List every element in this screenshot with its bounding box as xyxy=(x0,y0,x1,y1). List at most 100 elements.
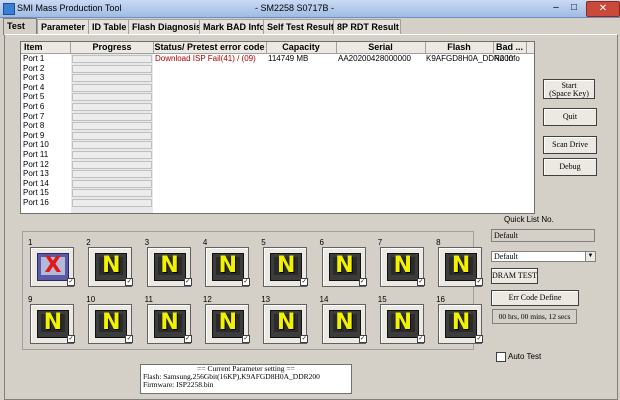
table-row[interactable]: Port 4 xyxy=(21,83,534,93)
progress-bar xyxy=(72,112,152,121)
port-check-icon[interactable]: ✓ xyxy=(358,335,367,343)
chevron-down-icon[interactable]: ▼ xyxy=(585,252,595,261)
table-row[interactable]: Port 2 xyxy=(21,64,534,74)
tab-self-test-result[interactable]: Self Test Result xyxy=(263,19,339,34)
quit-button[interactable]: Quit xyxy=(543,108,597,126)
auto-test-checkbox[interactable] xyxy=(496,352,506,362)
port-button[interactable]: N ✓ xyxy=(438,247,484,287)
maximize-button[interactable]: □ xyxy=(566,1,582,15)
port-button[interactable]: N ✓ xyxy=(146,304,192,344)
port-7[interactable]: 7 N ✓ xyxy=(378,238,425,287)
debug-button[interactable]: Debug xyxy=(543,158,597,176)
table-row[interactable]: Port 10 xyxy=(21,140,534,150)
port-state-letter: N xyxy=(276,253,296,278)
header-bad[interactable]: Bad ... xyxy=(493,42,527,53)
port-9[interactable]: 9 N ✓ xyxy=(28,295,75,344)
minimize-button[interactable]: – xyxy=(548,1,564,15)
port-10[interactable]: 10 N ✓ xyxy=(86,295,134,344)
port-5[interactable]: 5 N ✓ xyxy=(261,238,309,287)
port-button[interactable]: X ✓ xyxy=(30,247,75,287)
port-check-icon[interactable]: ✓ xyxy=(125,335,134,343)
port-14[interactable]: 14 N ✓ xyxy=(320,295,367,344)
port-16[interactable]: 16 N ✓ xyxy=(436,295,484,344)
header-item[interactable]: Item xyxy=(21,42,71,53)
header-status[interactable]: Status/ Pretest error code xyxy=(153,42,267,53)
table-row[interactable]: Port 16 xyxy=(21,198,534,208)
tab-mark-bad-info[interactable]: Mark BAD Info xyxy=(199,19,268,34)
port-number: 8 xyxy=(436,238,441,247)
header-flash[interactable]: Flash xyxy=(425,42,494,53)
tab-8p-rdt-result[interactable]: 8P RDT Result xyxy=(333,19,401,34)
port-check-icon[interactable]: ✓ xyxy=(475,335,484,343)
err-code-define-button[interactable]: Err Code Define xyxy=(491,290,579,306)
table-row[interactable]: Port 8 xyxy=(21,121,534,131)
port-check-icon[interactable]: ✓ xyxy=(416,278,425,286)
table-row[interactable]: Port 14 xyxy=(21,179,534,189)
port-check-icon[interactable]: ✓ xyxy=(416,335,425,343)
port-13[interactable]: 13 N ✓ xyxy=(261,295,309,344)
port-button[interactable]: N ✓ xyxy=(204,304,250,344)
drive-icon: N xyxy=(95,253,128,281)
table-row[interactable]: Port 5 xyxy=(21,92,534,102)
port-button[interactable]: N ✓ xyxy=(88,304,134,344)
port-button[interactable]: N ✓ xyxy=(438,304,484,344)
port-button[interactable]: N ✓ xyxy=(146,247,192,287)
port-8[interactable]: 8 N ✓ xyxy=(436,238,484,287)
port-check-icon[interactable]: ✓ xyxy=(358,278,367,286)
table-row[interactable]: Port 1 Download ISP Fail(41) / (09) 114749… xyxy=(21,54,534,64)
port-button[interactable]: N ✓ xyxy=(204,247,250,287)
port-button[interactable]: N ✓ xyxy=(30,304,75,344)
drive-fail-icon: X xyxy=(37,253,69,281)
port-state-letter: N xyxy=(335,253,354,278)
tab-parameter[interactable]: Parameter xyxy=(37,19,91,34)
table-row[interactable]: Port 13 xyxy=(21,169,534,179)
port-button[interactable]: N ✓ xyxy=(379,304,425,344)
port-button[interactable]: N ✓ xyxy=(321,304,367,344)
tab-flash-diagnosis[interactable]: Flash Diagnosis xyxy=(128,19,204,34)
tab-test[interactable]: Test xyxy=(3,18,37,35)
port-check-icon[interactable]: ✓ xyxy=(300,335,309,343)
table-row[interactable]: Port 7 xyxy=(21,112,534,122)
port-number: 11 xyxy=(144,295,153,304)
port-check-icon[interactable]: ✓ xyxy=(183,335,192,343)
port-12[interactable]: 12 N ✓ xyxy=(203,295,250,344)
header-progress[interactable]: Progress xyxy=(71,42,154,53)
port-1[interactable]: 1 X ✓ xyxy=(28,238,75,287)
port-button[interactable]: N ✓ xyxy=(263,247,309,287)
table-row[interactable]: Port 11 xyxy=(21,150,534,160)
header-capacity[interactable]: Capacity xyxy=(266,42,337,53)
port-2[interactable]: 2 N ✓ xyxy=(86,238,134,287)
scan-drive-button[interactable]: Scan Drive xyxy=(543,136,597,154)
port-check-icon[interactable]: ✓ xyxy=(475,278,484,286)
dram-test-button[interactable]: DRAM TEST xyxy=(491,268,538,284)
port-check-icon[interactable]: ✓ xyxy=(300,278,309,286)
port-button[interactable]: N ✓ xyxy=(321,247,367,287)
port-button[interactable]: N ✓ xyxy=(263,304,309,344)
port-check-icon[interactable]: ✓ xyxy=(241,278,250,286)
quick-list-field[interactable]: Default xyxy=(491,229,595,242)
table-row[interactable]: Port 3 xyxy=(21,73,534,83)
port-button[interactable]: N ✓ xyxy=(379,247,425,287)
drive-icon: N xyxy=(270,253,303,281)
port-check-icon[interactable]: ✓ xyxy=(67,335,75,343)
port-check-icon[interactable]: ✓ xyxy=(67,278,75,286)
port-check-icon[interactable]: ✓ xyxy=(125,278,134,286)
table-row[interactable]: Port 9 xyxy=(21,131,534,141)
port-check-icon[interactable]: ✓ xyxy=(241,335,250,343)
port-6[interactable]: 6 N ✓ xyxy=(320,238,367,287)
table-row[interactable]: Port 15 xyxy=(21,188,534,198)
port-15[interactable]: 15 N ✓ xyxy=(378,295,425,344)
port-check-icon[interactable]: ✓ xyxy=(183,278,192,286)
start-button-sublabel: (Space Key) xyxy=(549,89,589,98)
port-3[interactable]: 3 N ✓ xyxy=(145,238,192,287)
port-list[interactable]: Item Progress Status/ Pretest error code… xyxy=(20,41,535,214)
port-11[interactable]: 11 N ✓ xyxy=(145,295,192,344)
header-serial[interactable]: Serial xyxy=(336,42,426,53)
port-4[interactable]: 4 N ✓ xyxy=(203,238,250,287)
quick-list-combo[interactable]: Default ▼ xyxy=(491,251,596,262)
start-button[interactable]: Start (Space Key) xyxy=(543,79,595,99)
table-row[interactable]: Port 12 xyxy=(21,160,534,170)
close-button[interactable]: ✕ xyxy=(586,1,620,17)
table-row[interactable]: Port 6 xyxy=(21,102,534,112)
port-button[interactable]: N ✓ xyxy=(88,247,134,287)
